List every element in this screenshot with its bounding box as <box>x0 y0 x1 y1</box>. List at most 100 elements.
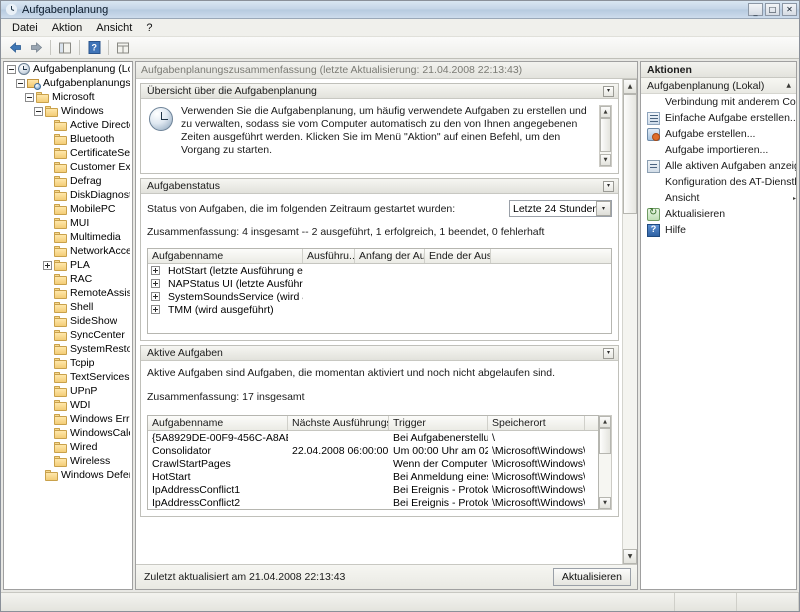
collapse-icon[interactable] <box>34 107 43 116</box>
task-status-grid[interactable]: Aufgabenname Ausführu... Anfang der Au..… <box>147 248 612 334</box>
table-row[interactable]: Consolidator22.04.2008 06:00:00Um 00:00 … <box>148 444 598 457</box>
help-icon[interactable]: ? <box>84 39 104 57</box>
tree-node[interactable]: DiskDiagnostic <box>4 188 132 202</box>
tree-node[interactable]: Wireless <box>4 454 132 468</box>
show-hide-tree-icon[interactable] <box>55 39 75 57</box>
overview-collapse-icon[interactable]: ▾ <box>603 86 614 97</box>
tree-node[interactable]: Multimedia <box>4 230 132 244</box>
action-connect-other-computer[interactable]: Verbindung mit anderem Comp... <box>641 94 796 110</box>
tree-node[interactable]: RAC <box>4 272 132 286</box>
tree-node[interactable]: Windows Error <box>4 412 132 426</box>
task-status-collapse-icon[interactable]: ▾ <box>603 181 614 192</box>
action-display-all-running-tasks[interactable]: Alle aktiven Aufgaben anzeigen <box>641 158 796 174</box>
action-create-basic-task[interactable]: Einfache Aufgabe erstellen... <box>641 110 796 126</box>
tree-node[interactable]: SyncCenter <box>4 328 132 342</box>
chevron-up-icon[interactable]: ▲ <box>786 82 791 89</box>
column-header-task-name[interactable]: Aufgabenname <box>148 249 303 263</box>
refresh-button[interactable]: Aktualisieren <box>553 568 631 586</box>
expand-icon[interactable] <box>43 261 52 270</box>
tree-node[interactable]: Active Director <box>4 118 132 132</box>
expand-icon[interactable] <box>151 305 160 314</box>
table-row[interactable]: TMM (wird ausgeführt) <box>148 303 611 316</box>
table-row[interactable]: HotStartBei Anmeldung eines Be...\Micros… <box>148 470 598 483</box>
center-scroll-up-icon[interactable]: ▲ <box>623 79 637 94</box>
actions-group-header[interactable]: Aufgabenplanung (Lokal) ▲ <box>641 78 796 94</box>
overview-scroll-track[interactable] <box>600 118 611 154</box>
column-header-run-result[interactable]: Ausführu... <box>303 249 355 263</box>
column-header-active-name[interactable]: Aufgabenname <box>148 416 288 430</box>
tree-node[interactable]: WDI <box>4 398 132 412</box>
tree-node[interactable]: Microsoft <box>4 90 132 104</box>
tree-node[interactable]: PLA <box>4 258 132 272</box>
overview-scroll-thumb[interactable] <box>600 118 611 152</box>
overview-scroll-up-icon[interactable]: ▲ <box>600 106 611 118</box>
tree-node[interactable]: TextServicesFr <box>4 370 132 384</box>
table-row[interactable]: {5A8929DE-00F9-456C-A8AB-703E...Bei Aufg… <box>148 431 598 444</box>
task-status-section-header[interactable]: Aufgabenstatus ▾ <box>141 179 618 194</box>
column-header-next-run[interactable]: Nächste Ausführungszeit <box>288 416 389 430</box>
task-status-grid-rows[interactable]: HotStart (letzte Ausführung erf...NAPSta… <box>148 264 611 333</box>
console-tree[interactable]: Aufgabenplanung (Lokal)Aufgabenplanungsb… <box>3 61 133 590</box>
center-pane-scrollbar[interactable]: ▲ ▼ <box>622 79 637 564</box>
tree-node[interactable]: Customer Expe <box>4 160 132 174</box>
tree-node[interactable]: WindowsCaler <box>4 426 132 440</box>
active-tasks-scrollbar[interactable]: ▲ ▼ <box>599 415 612 510</box>
tree-node[interactable]: Defrag <box>4 174 132 188</box>
collapse-icon[interactable] <box>25 93 34 102</box>
active-tasks-scroll-down-icon[interactable]: ▼ <box>599 497 611 509</box>
action-help[interactable]: Hilfe <box>641 222 796 238</box>
active-tasks-grid-rows[interactable]: {5A8929DE-00F9-456C-A8AB-703E...Bei Aufg… <box>148 431 598 509</box>
expand-icon[interactable] <box>151 279 160 288</box>
tree-node[interactable]: Aufgabenplanungsbibliot <box>4 76 132 90</box>
tree-node[interactable]: CertificateServ <box>4 146 132 160</box>
maximize-button[interactable]: □ <box>765 3 780 16</box>
expand-icon[interactable] <box>151 292 160 301</box>
tree-node[interactable]: NetworkAcces <box>4 244 132 258</box>
time-period-dropdown[interactable]: Letzte 24 Stunden ▾ <box>509 200 612 217</box>
tree-node[interactable]: Shell <box>4 300 132 314</box>
action-refresh[interactable]: Aktualisieren <box>641 206 796 222</box>
table-row[interactable]: IpAddressConflict2Bei Ereignis - Protoko… <box>148 496 598 509</box>
tree-node[interactable]: Windows Defende <box>4 468 132 482</box>
center-scroll-thumb[interactable] <box>623 94 637 214</box>
menu-ansicht[interactable]: Ansicht <box>89 20 139 36</box>
menu-help[interactable]: ? <box>139 20 159 36</box>
back-icon[interactable] <box>5 39 25 57</box>
tree-node[interactable]: Wired <box>4 440 132 454</box>
active-tasks-grid[interactable]: Aufgabenname Nächste Ausführungszeit Tri… <box>147 415 599 510</box>
expand-icon[interactable] <box>151 266 160 275</box>
table-row[interactable]: IpAddressConflict1Bei Ereignis - Protoko… <box>148 483 598 496</box>
menu-datei[interactable]: Datei <box>5 20 45 36</box>
active-tasks-section-header[interactable]: Aktive Aufgaben ▾ <box>141 346 618 361</box>
table-row[interactable]: SystemSoundsService (wird aus... <box>148 290 611 303</box>
active-tasks-scroll-thumb[interactable] <box>599 428 611 454</box>
chevron-down-icon[interactable]: ▾ <box>596 201 611 216</box>
action-view[interactable]: Ansicht▸ <box>641 190 796 206</box>
action-import-task[interactable]: Aufgabe importieren... <box>641 142 796 158</box>
forward-icon[interactable] <box>26 39 46 57</box>
actions-list[interactable]: Verbindung mit anderem Comp...Einfache A… <box>641 94 796 238</box>
column-header-run-end[interactable]: Ende der Ausf... <box>425 249 491 263</box>
active-tasks-scroll-up-icon[interactable]: ▲ <box>599 416 611 428</box>
minimize-button[interactable]: _ <box>748 3 763 16</box>
tree-node[interactable]: MobilePC <box>4 202 132 216</box>
table-row[interactable]: CrawlStartPagesWenn der Computer ina...\… <box>148 457 598 470</box>
collapse-icon[interactable] <box>16 79 25 88</box>
active-tasks-collapse-icon[interactable]: ▾ <box>603 348 614 359</box>
tree-node[interactable]: MUI <box>4 216 132 230</box>
column-header-run-start[interactable]: Anfang der Au... <box>355 249 425 263</box>
overview-section-header[interactable]: Übersicht über die Aufgabenplanung ▾ <box>141 84 618 99</box>
column-header-trigger[interactable]: Trigger <box>389 416 488 430</box>
tree-node[interactable]: SideShow <box>4 314 132 328</box>
collapse-icon[interactable] <box>7 65 16 74</box>
action-at-service-account-config[interactable]: Konfiguration des AT-Dienstko... <box>641 174 796 190</box>
tree-node[interactable]: RemoteAssista <box>4 286 132 300</box>
properties-icon[interactable] <box>113 39 133 57</box>
action-create-task[interactable]: Aufgabe erstellen... <box>641 126 796 142</box>
table-row[interactable]: NAPStatus UI (letzte Ausführun... <box>148 277 611 290</box>
tree-node[interactable]: Aufgabenplanung (Lokal) <box>4 62 132 76</box>
chevron-right-icon[interactable]: ▸ <box>793 195 796 202</box>
center-scroll-down-icon[interactable]: ▼ <box>623 549 637 564</box>
tree-node[interactable]: Bluetooth <box>4 132 132 146</box>
tree-node[interactable]: SystemRestore <box>4 342 132 356</box>
